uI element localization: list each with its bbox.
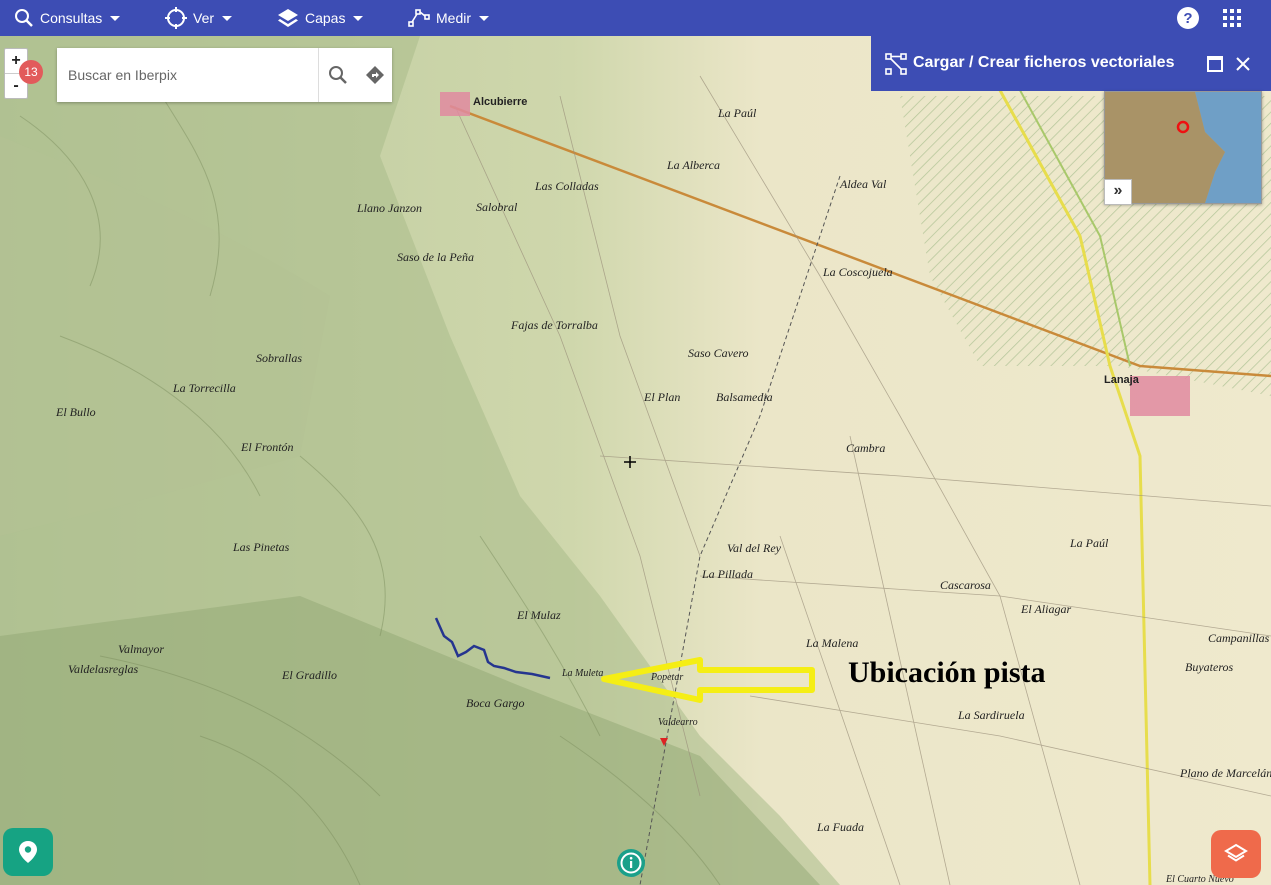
help-icon: ? (1177, 7, 1199, 29)
search-icon (15, 9, 33, 27)
info-button[interactable] (617, 849, 645, 877)
map-label: La Paúl (1070, 536, 1109, 550)
menu-label: Capas (305, 10, 346, 26)
map-label: Boca Gargo (466, 696, 525, 710)
directions-button[interactable] (356, 48, 394, 102)
crosshair-icon (165, 7, 187, 29)
measure-icon (408, 9, 430, 27)
map-label: Valdelasreglas (68, 662, 139, 676)
vector-panel-header: Cargar / Crear ficheros vectoriales (871, 36, 1271, 91)
directions-icon (366, 66, 384, 84)
map-label: Buyateros (1185, 660, 1234, 674)
map-label: La Pillada (702, 567, 754, 581)
menu-label: Medir (436, 10, 472, 26)
map-label: Popetar (651, 672, 684, 683)
map-label: Balsamedia (716, 390, 773, 404)
overview-toggle-button[interactable]: » (1104, 179, 1132, 205)
map-label: Valdearro (658, 717, 698, 728)
map-label: El Aliagar (1021, 602, 1072, 616)
menu-capas[interactable]: Capas (277, 0, 364, 36)
map-label: Aldea Val (840, 177, 887, 191)
annotation-label: Ubicación pista (848, 656, 1046, 689)
layers-button[interactable] (1211, 830, 1261, 878)
chevron-down-icon (353, 15, 364, 21)
apps-grid-icon (1223, 9, 1241, 27)
map-label: Las Pinetas (233, 540, 290, 554)
map-label: Valmayor (118, 642, 164, 656)
map-canvas[interactable]: Alcubierre Lanaja La Alberca Las Collada… (0, 36, 1271, 885)
search-icon (329, 66, 347, 84)
maximize-icon[interactable] (1207, 56, 1223, 72)
map-label: Campanillas (1208, 631, 1270, 645)
map-label: La Paúl (718, 106, 757, 120)
menu-label: Consultas (40, 10, 103, 26)
map-label: La Coscojuela (823, 265, 893, 279)
map-label: Salobral (476, 200, 518, 214)
map-label: La Fuada (817, 820, 865, 834)
map-label: Saso Cavero (688, 346, 749, 360)
menu-medir[interactable]: Medir (408, 0, 490, 36)
apps-button[interactable] (1220, 6, 1244, 30)
map-label: El Mulaz (517, 608, 561, 622)
search-box (57, 48, 392, 102)
map-label: Val del Rey (727, 541, 781, 555)
map-label: El Gradillo (282, 668, 338, 682)
map-label: El Frontón (241, 440, 294, 454)
menu-consultas[interactable]: Consultas (14, 0, 121, 36)
map-label: Cascarosa (940, 578, 991, 592)
svg-text:?: ? (1183, 10, 1192, 27)
map-label: El Bullo (56, 405, 96, 419)
top-toolbar: Consultas Ver Capas Medir ? (0, 0, 1271, 36)
map-label: Plano de Marcelán (1180, 766, 1271, 780)
chevron-down-icon (110, 15, 121, 21)
menu-ver[interactable]: Ver (165, 0, 233, 36)
map-label: El Plan (644, 390, 681, 404)
map-label: La Sardiruela (958, 708, 1025, 722)
vector-panel-title: Cargar / Crear ficheros vectoriales (913, 54, 1175, 71)
search-button[interactable] (318, 48, 357, 102)
map-label: Cambra (846, 441, 886, 455)
map-label: Fajas de Torralba (511, 318, 598, 332)
map-label-town: Lanaja (1104, 374, 1139, 386)
zoom-level-badge: 13 (19, 60, 43, 84)
location-button[interactable] (3, 828, 53, 876)
map-label: La Muleta (562, 668, 604, 679)
map-label: La Malena (806, 636, 859, 650)
map-label: Llano Janzon (357, 201, 423, 215)
search-input[interactable] (57, 48, 313, 102)
map-label: La Torrecilla (173, 381, 236, 395)
help-button[interactable]: ? (1176, 6, 1200, 30)
chevron-down-icon (479, 15, 490, 21)
map-label: Sobrallas (256, 351, 303, 365)
info-icon (620, 852, 642, 874)
location-pin-icon (19, 841, 37, 863)
topographic-map (0, 36, 1271, 885)
vector-file-icon (885, 53, 907, 75)
layers-icon (1224, 843, 1248, 862)
menu-label: Ver (193, 10, 215, 26)
map-label: La Alberca (667, 158, 720, 172)
map-label: Las Colladas (535, 179, 599, 193)
map-label: Saso de la Peña (397, 250, 474, 264)
map-label-town: Alcubierre (473, 96, 528, 108)
close-icon[interactable] (1235, 56, 1251, 72)
chevron-down-icon (222, 15, 233, 21)
layers-icon (278, 9, 298, 27)
